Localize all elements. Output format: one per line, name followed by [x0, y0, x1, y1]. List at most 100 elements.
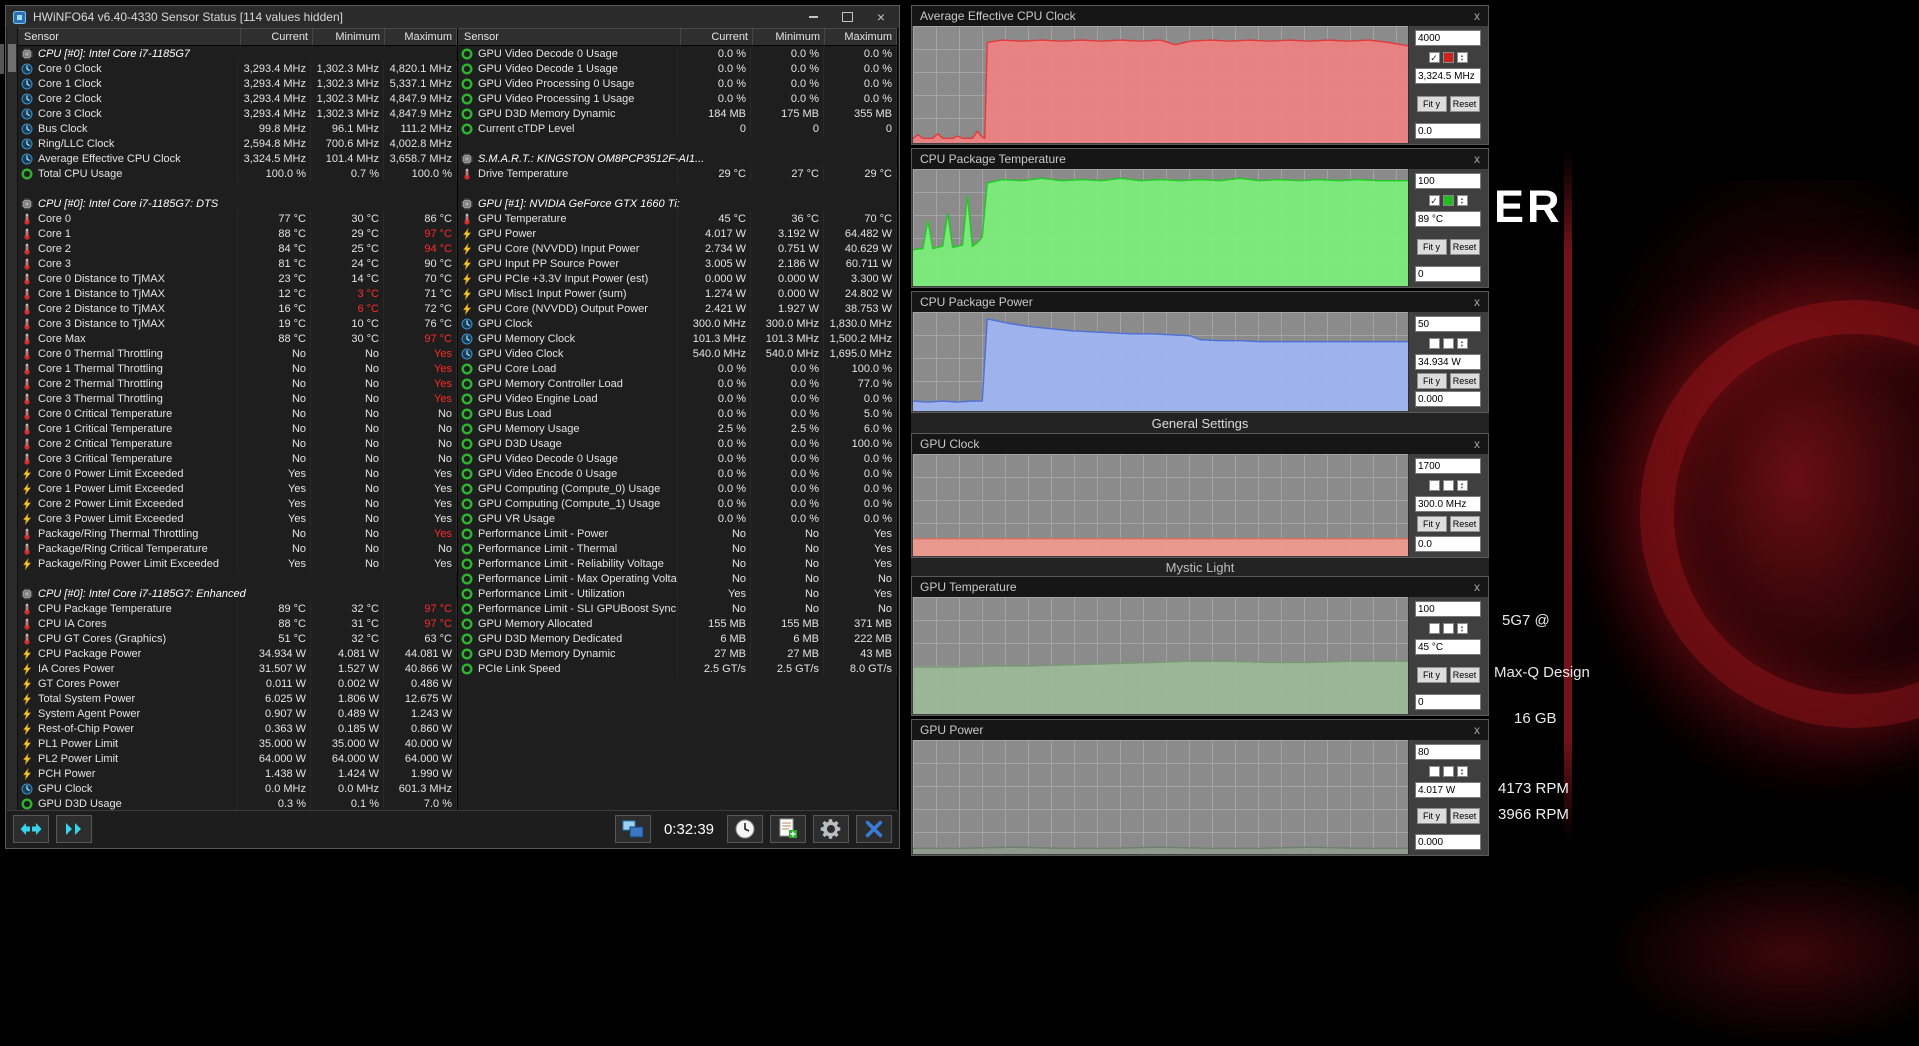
- sensor-row[interactable]: GPU Memory Controller Load0.0 %0.0 %77.0…: [458, 376, 897, 391]
- column-header-minimum[interactable]: Minimum: [313, 28, 385, 45]
- column-header-sensor[interactable]: Sensor: [458, 28, 681, 45]
- column-header-sensor[interactable]: Sensor: [18, 28, 241, 45]
- sensor-row[interactable]: Core 3 Clock3,293.4 MHz1,302.3 MHz4,847.…: [18, 106, 457, 121]
- fit-y-button[interactable]: Fit y: [1417, 373, 1447, 389]
- show-graph-checkbox[interactable]: [1429, 766, 1440, 777]
- sensor-row[interactable]: GPU Power4.017 W3.192 W64.482 W: [458, 226, 897, 241]
- section-row[interactable]: GPU [#1]: NVIDIA GeForce GTX 1660 Ti:: [458, 196, 897, 211]
- sensor-row[interactable]: GPU Bus Load0.0 %0.0 %5.0 %: [458, 406, 897, 421]
- sensor-row[interactable]: GPU Video Decode 1 Usage0.0 %0.0 %0.0 %: [458, 61, 897, 76]
- thickness-spinner[interactable]: ▲▼: [1457, 195, 1468, 206]
- sensor-row[interactable]: GPU VR Usage0.0 %0.0 %0.0 %: [458, 511, 897, 526]
- reset-button[interactable]: Reset: [1450, 239, 1480, 255]
- sensor-row[interactable]: GT Cores Power0.011 W0.002 W0.486 W: [18, 676, 457, 691]
- reset-button[interactable]: Reset: [1450, 373, 1480, 389]
- sensor-row[interactable]: Package/Ring Critical TemperatureNoNoNo: [18, 541, 457, 556]
- sensor-row[interactable]: System Agent Power0.907 W0.489 W1.243 W: [18, 706, 457, 721]
- sensor-row[interactable]: GPU Clock300.0 MHz300.0 MHz1,830.0 MHz: [458, 316, 897, 331]
- sensor-row[interactable]: Core 0 Distance to TjMAX23 °C14 °C70 °C: [18, 271, 457, 286]
- thickness-spinner[interactable]: ▲▼: [1457, 623, 1468, 634]
- scrollbar-thumb[interactable]: [8, 44, 16, 72]
- line-color-swatch[interactable]: [1443, 195, 1454, 206]
- sensor-row[interactable]: GPU Video Decode 0 Usage0.0 %0.0 %0.0 %: [458, 46, 897, 61]
- sensor-row[interactable]: GPU Misc1 Input Power (sum)1.274 W0.000 …: [458, 286, 897, 301]
- settings-button[interactable]: [813, 815, 849, 843]
- reset-button[interactable]: Reset: [1450, 808, 1480, 824]
- y-min-input[interactable]: [1415, 266, 1481, 282]
- sensor-row[interactable]: GPU Core (NVVDD) Input Power2.734 W0.751…: [458, 241, 897, 256]
- y-max-input[interactable]: [1415, 30, 1481, 46]
- graph-title-bar[interactable]: Average Effective CPU Clockx: [912, 6, 1488, 26]
- sensor-row[interactable]: Core 3 Distance to TjMAX19 °C10 °C76 °C: [18, 316, 457, 331]
- clock-button[interactable]: [727, 815, 763, 843]
- sensor-row[interactable]: Core 2 Thermal ThrottlingNoNoYes: [18, 376, 457, 391]
- reset-button[interactable]: Reset: [1450, 516, 1480, 532]
- y-min-input[interactable]: [1415, 391, 1481, 407]
- current-value-box[interactable]: [1415, 68, 1481, 84]
- sensor-row[interactable]: CPU Package Temperature89 °C32 °C97 °C: [18, 601, 457, 616]
- sensor-row[interactable]: Performance Limit - Reliability VoltageN…: [458, 556, 897, 571]
- fit-y-button[interactable]: Fit y: [1417, 667, 1447, 683]
- sensor-row[interactable]: Core 2 Clock3,293.4 MHz1,302.3 MHz4,847.…: [18, 91, 457, 106]
- current-value-box[interactable]: [1415, 211, 1481, 227]
- close-icon[interactable]: x: [1474, 580, 1480, 594]
- sensor-row[interactable]: Package/Ring Thermal ThrottlingNoNoYes: [18, 526, 457, 541]
- sensor-row[interactable]: Core 284 °C25 °C94 °C: [18, 241, 457, 256]
- sensor-row[interactable]: GPU Memory Usage2.5 %2.5 %6.0 %: [458, 421, 897, 436]
- sensor-row[interactable]: Drive Temperature29 °C27 °C29 °C: [458, 166, 897, 181]
- sensor-row[interactable]: CPU IA Cores88 °C31 °C97 °C: [18, 616, 457, 631]
- sensor-row[interactable]: GPU Video Decode 0 Usage0.0 %0.0 %0.0 %: [458, 451, 897, 466]
- fit-y-button[interactable]: Fit y: [1417, 516, 1447, 532]
- close-icon[interactable]: x: [1474, 723, 1480, 737]
- sensor-row[interactable]: Core 2 Critical TemperatureNoNoNo: [18, 436, 457, 451]
- column-header-current[interactable]: Current: [681, 28, 753, 45]
- sensor-row[interactable]: GPU D3D Usage0.3 %0.1 %7.0 %: [18, 796, 457, 811]
- sensor-row[interactable]: Core 381 °C24 °C90 °C: [18, 256, 457, 271]
- line-color-swatch[interactable]: [1443, 623, 1454, 634]
- sensor-row[interactable]: GPU Video Processing 0 Usage0.0 %0.0 %0.…: [458, 76, 897, 91]
- graph-title-bar[interactable]: CPU Package Powerx: [912, 292, 1488, 312]
- sensor-row[interactable]: Rest-of-Chip Power0.363 W0.185 W0.860 W: [18, 721, 457, 736]
- section-row[interactable]: CPU [#0]: Intel Core i7-1185G7: [18, 46, 457, 61]
- thickness-spinner[interactable]: ▲▼: [1457, 766, 1468, 777]
- sensor-row[interactable]: Ring/LLC Clock2,594.8 MHz700.6 MHz4,002.…: [18, 136, 457, 151]
- current-value-box[interactable]: [1415, 639, 1481, 655]
- sensor-row[interactable]: GPU Clock0.0 MHz0.0 MHz601.3 MHz: [18, 781, 457, 796]
- sensor-row[interactable]: PL1 Power Limit35.000 W35.000 W40.000 W: [18, 736, 457, 751]
- sensor-row[interactable]: GPU Video Processing 1 Usage0.0 %0.0 %0.…: [458, 91, 897, 106]
- sensor-row[interactable]: Total CPU Usage100.0 %0.7 %100.0 %: [18, 166, 457, 181]
- line-color-swatch[interactable]: [1443, 52, 1454, 63]
- title-bar[interactable]: HWiNFO64 v6.40-4330 Sensor Status [114 v…: [6, 6, 899, 29]
- y-max-input[interactable]: [1415, 316, 1481, 332]
- sensor-row[interactable]: Core 1 Clock3,293.4 MHz1,302.3 MHz5,337.…: [18, 76, 457, 91]
- sensor-row[interactable]: Performance Limit - PowerNoNoYes: [458, 526, 897, 541]
- sensor-row[interactable]: GPU D3D Memory Dynamic27 MB27 MB43 MB: [458, 646, 897, 661]
- report-button[interactable]: [770, 815, 806, 843]
- sensor-row[interactable]: Bus Clock99.8 MHz96.1 MHz111.2 MHz: [18, 121, 457, 136]
- sensor-row[interactable]: GPU Core (NVVDD) Output Power2.421 W1.92…: [458, 301, 897, 316]
- graph-title-bar[interactable]: GPU Powerx: [912, 720, 1488, 740]
- sensor-row[interactable]: Core 0 Power Limit ExceededYesNoYes: [18, 466, 457, 481]
- collapse-columns-button[interactable]: [13, 815, 49, 843]
- fit-y-button[interactable]: Fit y: [1417, 808, 1447, 824]
- sensor-row[interactable]: IA Cores Power31.507 W1.527 W40.866 W: [18, 661, 457, 676]
- sensor-row[interactable]: Performance Limit - SLI GPUBoost SyncNoN…: [458, 601, 897, 616]
- column-header-maximum[interactable]: Maximum: [825, 28, 897, 45]
- graph-title-bar[interactable]: GPU Clockx: [912, 434, 1488, 454]
- y-min-input[interactable]: [1415, 123, 1481, 139]
- show-graph-checkbox[interactable]: [1429, 480, 1440, 491]
- sensor-row[interactable]: Package/Ring Power Limit ExceededYesNoYe…: [18, 556, 457, 571]
- fit-y-button[interactable]: Fit y: [1417, 239, 1447, 255]
- show-graph-checkbox[interactable]: [1429, 338, 1440, 349]
- y-max-input[interactable]: [1415, 458, 1481, 474]
- sensor-row[interactable]: GPU Computing (Compute_1) Usage0.0 %0.0 …: [458, 496, 897, 511]
- sensor-row[interactable]: Core 0 Thermal ThrottlingNoNoYes: [18, 346, 457, 361]
- sensor-row[interactable]: Core 3 Critical TemperatureNoNoNo: [18, 451, 457, 466]
- line-color-swatch[interactable]: [1443, 766, 1454, 777]
- sensor-row[interactable]: Performance Limit - UtilizationYesNoYes: [458, 586, 897, 601]
- scrollbar[interactable]: [7, 28, 18, 811]
- line-color-swatch[interactable]: [1443, 338, 1454, 349]
- close-icon[interactable]: x: [1474, 437, 1480, 451]
- y-min-input[interactable]: [1415, 536, 1481, 552]
- close-icon[interactable]: x: [1474, 152, 1480, 166]
